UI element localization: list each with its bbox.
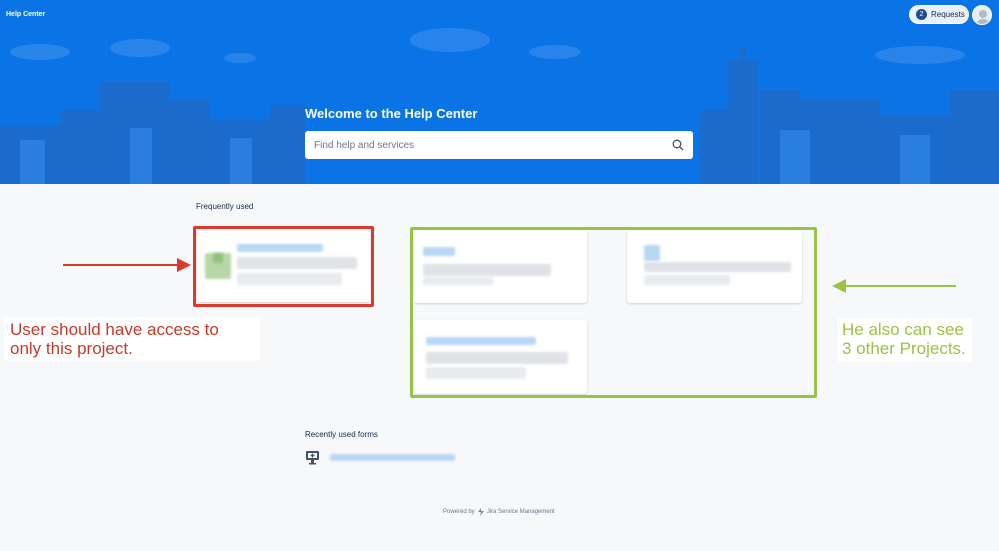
- annotation-text-green: He also can see 3 other Projects.: [838, 318, 972, 362]
- green-arrow-icon: [832, 279, 956, 293]
- page-title: Welcome to the Help Center: [305, 106, 478, 121]
- help-center-brand[interactable]: Help Center: [6, 11, 45, 18]
- search-field[interactable]: [305, 131, 693, 159]
- red-arrow-icon: [63, 258, 191, 272]
- search-input[interactable]: [305, 131, 665, 159]
- recently-used-forms-heading: Recently used forms: [305, 430, 378, 439]
- product-name[interactable]: Jira Service Management: [487, 509, 555, 515]
- jira-logo-icon: [477, 508, 484, 516]
- recent-form-link[interactable]: [305, 451, 465, 465]
- avatar[interactable]: [972, 5, 992, 25]
- frequently-used-heading: Frequently used: [196, 202, 254, 211]
- requests-button[interactable]: 2 Requests: [909, 5, 969, 24]
- powered-by-label: Powered by: [443, 509, 475, 515]
- footer: Powered by Jira Service Management: [443, 508, 555, 516]
- requests-count-badge: 2: [916, 9, 927, 20]
- recent-form-title: [330, 454, 455, 461]
- highlight-box-other-projects: [410, 227, 817, 398]
- highlight-box-allowed-project: [193, 226, 374, 307]
- search-icon[interactable]: [672, 139, 684, 151]
- requests-label: Requests: [931, 10, 965, 19]
- annotation-text-red: User should have access to only this pro…: [4, 317, 260, 361]
